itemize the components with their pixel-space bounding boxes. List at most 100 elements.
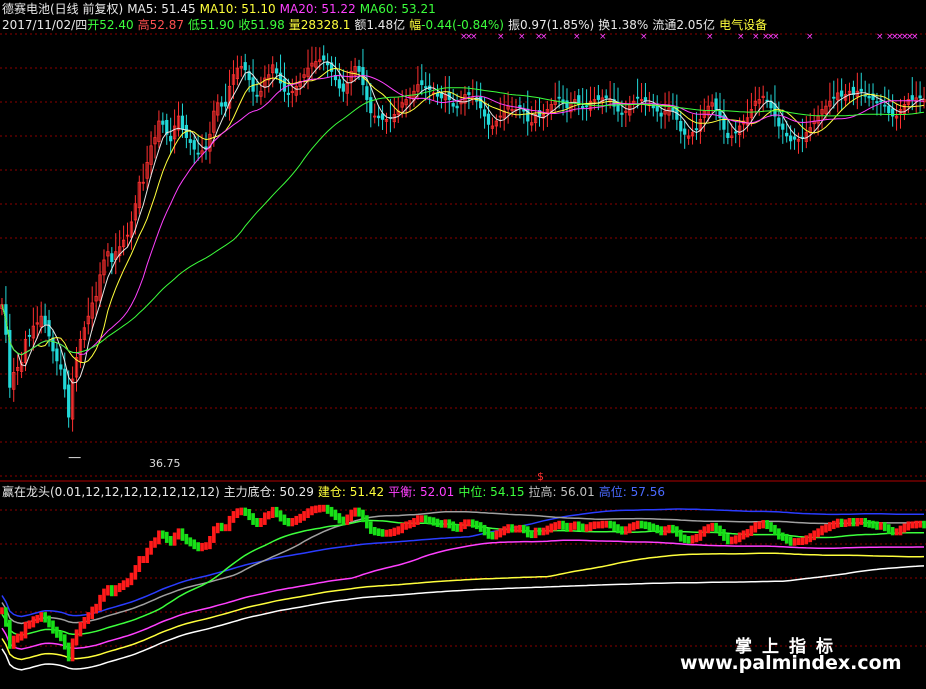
indicator-bar (0, 607, 4, 615)
kline-chart[interactable] (0, 0, 926, 689)
indicator-bar (55, 626, 59, 638)
event-marker[interactable]: × (640, 33, 647, 42)
ma60-line (1, 87, 925, 356)
chart-header-row-2: 2017/11/02/四开52.40 高52.87 低51.90 收51.98 量283… (2, 18, 771, 33)
indicator-bar (349, 509, 353, 522)
event-marker[interactable]: × (573, 33, 580, 42)
candle-body (840, 90, 844, 97)
indicator-bar (200, 542, 204, 552)
indicator-bar (741, 530, 746, 540)
event-marker[interactable]: × (470, 33, 477, 42)
indicator-bar (710, 522, 714, 532)
indicator-bar (816, 528, 820, 538)
sector-label[interactable]: 电气设备 (719, 18, 767, 32)
indicator-bar (113, 585, 118, 597)
indicator-bar (266, 511, 271, 520)
candle-body (275, 68, 279, 74)
indicator-bar (592, 521, 597, 530)
indicator-bar (274, 506, 279, 518)
indicator-bar (192, 539, 197, 550)
event-markers: × × × × × × × × × × × × × × × × × × × × … (0, 33, 926, 43)
indicator-bar (47, 615, 51, 628)
indicator-bar (196, 542, 200, 552)
candle-body (867, 95, 871, 99)
indicator-bar (35, 614, 40, 624)
indicator-bar (478, 522, 483, 532)
pull-up-value: 拉高: 56.01 (528, 485, 595, 499)
indicator-bar (400, 522, 404, 534)
indicator-bar (388, 529, 393, 537)
indicator-bar (702, 526, 707, 537)
indicator-bar (859, 518, 864, 525)
candle-body (55, 348, 59, 362)
watermark-url: www.palmindex.com (680, 652, 902, 674)
signal-marker[interactable]: $ (537, 470, 544, 483)
indicator-bar (125, 578, 130, 588)
indicator-bar (831, 520, 836, 530)
indicator-bar (624, 526, 628, 535)
candle-body (59, 364, 63, 370)
middle-value: 中位: 54.15 (458, 485, 525, 499)
event-marker[interactable]: × (737, 33, 744, 42)
indicator-bar (427, 516, 432, 525)
event-marker[interactable]: × (911, 33, 918, 42)
amplitude-value: 振0.97(1.85%) (507, 18, 595, 32)
indicator-bar (537, 527, 542, 536)
indicator-bar (106, 585, 110, 596)
indicator-bar (455, 524, 459, 532)
indicator-bar (753, 522, 758, 533)
indicator-bar (62, 634, 67, 650)
indicator-bar (43, 612, 47, 623)
indicator-bar (302, 511, 306, 521)
indicator-bar (788, 536, 793, 546)
high-label: 高 (137, 18, 150, 32)
indicator-name[interactable]: 赢在龙头(0.01,12,12,12,12,12,12,12) (2, 485, 220, 499)
indicator-bar (608, 520, 612, 529)
candle-body (565, 100, 569, 109)
balance-value: 平衡: 52.01 (388, 485, 455, 499)
event-marker[interactable]: × (876, 33, 883, 42)
event-marker[interactable]: × (518, 33, 525, 42)
indicator-bar (357, 507, 361, 517)
event-marker[interactable]: × (706, 33, 713, 42)
indicator-bar (317, 504, 322, 513)
indicator-bar (337, 513, 342, 524)
event-marker[interactable]: × (806, 33, 813, 42)
event-marker[interactable]: × (540, 33, 547, 42)
indicator-bar (325, 504, 330, 514)
candle-body (365, 86, 369, 100)
indicator-bar (380, 529, 385, 537)
event-marker[interactable]: × (599, 33, 606, 42)
close-label: 收 (238, 18, 251, 32)
indicator-bar (243, 507, 248, 516)
indicator-bar (333, 509, 338, 521)
event-marker[interactable]: × (772, 33, 779, 42)
indicator-bar (690, 535, 695, 544)
indicator-bar (459, 522, 463, 532)
event-marker[interactable]: × (497, 33, 504, 42)
indicator-bar (215, 522, 220, 534)
indicator-bar (506, 524, 510, 534)
candle-body (337, 79, 342, 89)
candle-body (635, 96, 640, 99)
indicator-bar (361, 509, 365, 523)
indicator-bar (149, 540, 153, 555)
indicator-bar (494, 530, 499, 540)
indicator-bar (733, 535, 738, 544)
indicator-bar (910, 521, 915, 529)
candle-body (875, 101, 879, 104)
indicator-bar (596, 521, 601, 529)
indicator-bar (557, 520, 561, 530)
indicator-bar (784, 533, 789, 544)
indicator-bar (404, 521, 408, 530)
low-value: 51.90 (199, 18, 235, 32)
candle-body (777, 117, 781, 127)
indicator-bar (188, 537, 193, 547)
event-marker[interactable]: × (752, 33, 759, 42)
indicator-bar (678, 529, 683, 542)
stock-title[interactable]: 德赛电池(日线 前复权) (2, 2, 123, 16)
chart-header-row-1: 德赛电池(日线 前复权) MA5: 51.45 MA10: 51.10 MA20: 5… (2, 2, 440, 17)
indicator-bar (90, 606, 95, 620)
indicator-header: 赢在龙头(0.01,12,12,12,12,12,12,12) 主力底仓: 50.… (2, 485, 669, 500)
indicator-bar (467, 519, 471, 527)
